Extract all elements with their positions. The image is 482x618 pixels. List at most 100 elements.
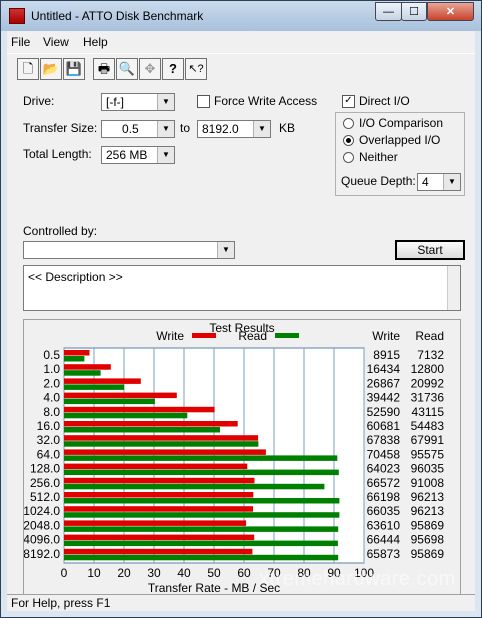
drive-value: [-f-] [106,95,124,109]
direct-io-label[interactable]: Direct I/O [359,94,410,108]
read-value-label: 67991 [411,433,445,447]
chevron-down-icon[interactable]: ▼ [157,147,174,163]
write-bar [64,364,111,370]
write-bar [64,477,255,484]
y-tick-label: 64.0 [37,447,61,461]
write-bar [64,406,215,413]
atto-app-icon[interactable] [9,8,25,24]
write-value-label: 26867 [367,376,401,390]
settings-panel: Drive: [-f-] ▼ Force Write Access ✓ Dire… [7,84,475,595]
write-bar [64,492,254,498]
close-button[interactable]: ✕ [427,2,474,21]
help-icon[interactable]: ? [162,58,184,80]
write-bar [64,506,253,512]
queue-depth-value: 4 [422,175,429,189]
client-area: File View Help 🗋 📂 💾 🖶 🔍 ✥ ? ↖? Drive: [… [7,31,475,611]
controlled-by-select[interactable]: ▼ [23,241,235,259]
y-tick-label: 128.0 [30,462,60,476]
read-bar [64,512,340,518]
y-tick-label: 32.0 [37,433,61,447]
read-bar [64,384,124,390]
kb-label: KB [279,121,296,135]
y-tick-label: 4.0 [43,391,60,405]
title-bar[interactable]: Untitled - ATTO Disk Benchmark — ☐ ✕ [1,1,481,31]
start-button[interactable]: Start [395,240,465,260]
write-bar [64,449,266,455]
description-box[interactable]: << Description >> [23,265,461,311]
chevron-down-icon[interactable]: ▼ [217,242,234,258]
open-folder-icon[interactable]: 📂 [40,58,62,80]
x-tick-label: 60 [237,566,251,580]
io-comparison-radio[interactable] [343,118,354,129]
legend-read-swatch [275,333,299,338]
write-value-label: 66444 [367,533,401,547]
toolbar: 🗋 📂 💾 🖶 🔍 ✥ ? ↖? [7,53,475,85]
read-bar [64,356,85,362]
read-value-label: 95869 [411,518,445,532]
direct-io-checkbox[interactable]: ✓ [342,95,355,108]
read-bar [64,427,220,433]
force-write-label[interactable]: Force Write Access [214,94,317,108]
io-comparison-label[interactable]: I/O Comparison [359,116,443,130]
queue-depth-label: Queue Depth: [341,174,416,188]
write-value-label: 66572 [367,476,401,490]
context-help-icon[interactable]: ↖? [185,58,207,80]
write-bar [64,520,247,526]
write-bar [64,548,253,555]
read-bar [64,498,340,504]
y-tick-label: 0.5 [43,348,60,362]
write-bar [64,463,248,470]
read-value-label: 7132 [417,348,444,362]
y-tick-label: 2.0 [43,376,60,390]
legend-write-swatch [192,333,216,338]
write-value-label: 64023 [367,462,401,476]
print-icon[interactable]: 🖶 [93,58,115,80]
drive-select[interactable]: [-f-] ▼ [101,93,175,111]
write-value-label: 16434 [367,362,401,376]
neither-radio[interactable] [343,152,354,163]
transfer-size-to-select[interactable]: 8192.0 ▼ [197,120,271,138]
menu-help[interactable]: Help [83,35,108,49]
transfer-size-from-select[interactable]: 0.5 ▼ [101,120,175,138]
force-write-checkbox[interactable] [197,95,210,108]
y-tick-label: 8.0 [43,405,60,419]
y-tick-label: 1024.0 [24,504,60,518]
x-tick-label: 30 [147,566,161,580]
write-bar [64,392,177,399]
read-column-header: Read [415,329,444,343]
read-bar [64,398,155,405]
read-bar [64,469,339,476]
drive-label: Drive: [23,94,55,108]
overlapped-io-radio[interactable] [343,135,354,146]
minimize-button[interactable]: — [375,2,402,21]
total-length-select[interactable]: 256 MB ▼ [101,146,175,164]
watermark: xtremehardware.com [259,568,456,590]
queue-depth-select[interactable]: 4 ▼ [417,173,461,191]
description-text: << Description >> [28,270,123,284]
print-preview-icon[interactable]: 🔍 [116,58,138,80]
neither-label[interactable]: Neither [359,150,398,164]
read-bar [64,526,339,532]
test-results-panel: Test Results Write Read Write Read 0 10 20 30 40 5… [23,319,461,595]
read-bar [64,455,338,461]
maximize-button[interactable]: ☐ [401,2,427,21]
total-length-value: 256 MB [106,148,148,162]
chevron-down-icon[interactable]: ▼ [157,94,174,110]
y-tick-label: 16.0 [37,419,61,433]
chevron-down-icon[interactable]: ▼ [157,121,174,137]
write-value-label: 70458 [367,447,401,461]
new-file-icon[interactable]: 🗋 [17,58,39,80]
write-value-label: 67838 [367,433,401,447]
chevron-down-icon[interactable]: ▼ [253,121,270,137]
app-window: Untitled - ATTO Disk Benchmark — ☐ ✕ Fil… [0,0,482,618]
save-icon[interactable]: 💾 [63,58,85,80]
menu-view[interactable]: View [43,35,69,49]
y-tick-label: 512.0 [30,490,60,504]
overlapped-io-label[interactable]: Overlapped I/O [359,133,440,147]
description-scrollbar[interactable] [447,266,460,310]
read-value-label: 95575 [411,447,445,461]
move-icon[interactable]: ✥ [139,58,161,80]
menu-file[interactable]: File [11,35,30,49]
chevron-down-icon[interactable]: ▼ [443,174,460,190]
write-value-label: 8915 [373,348,400,362]
